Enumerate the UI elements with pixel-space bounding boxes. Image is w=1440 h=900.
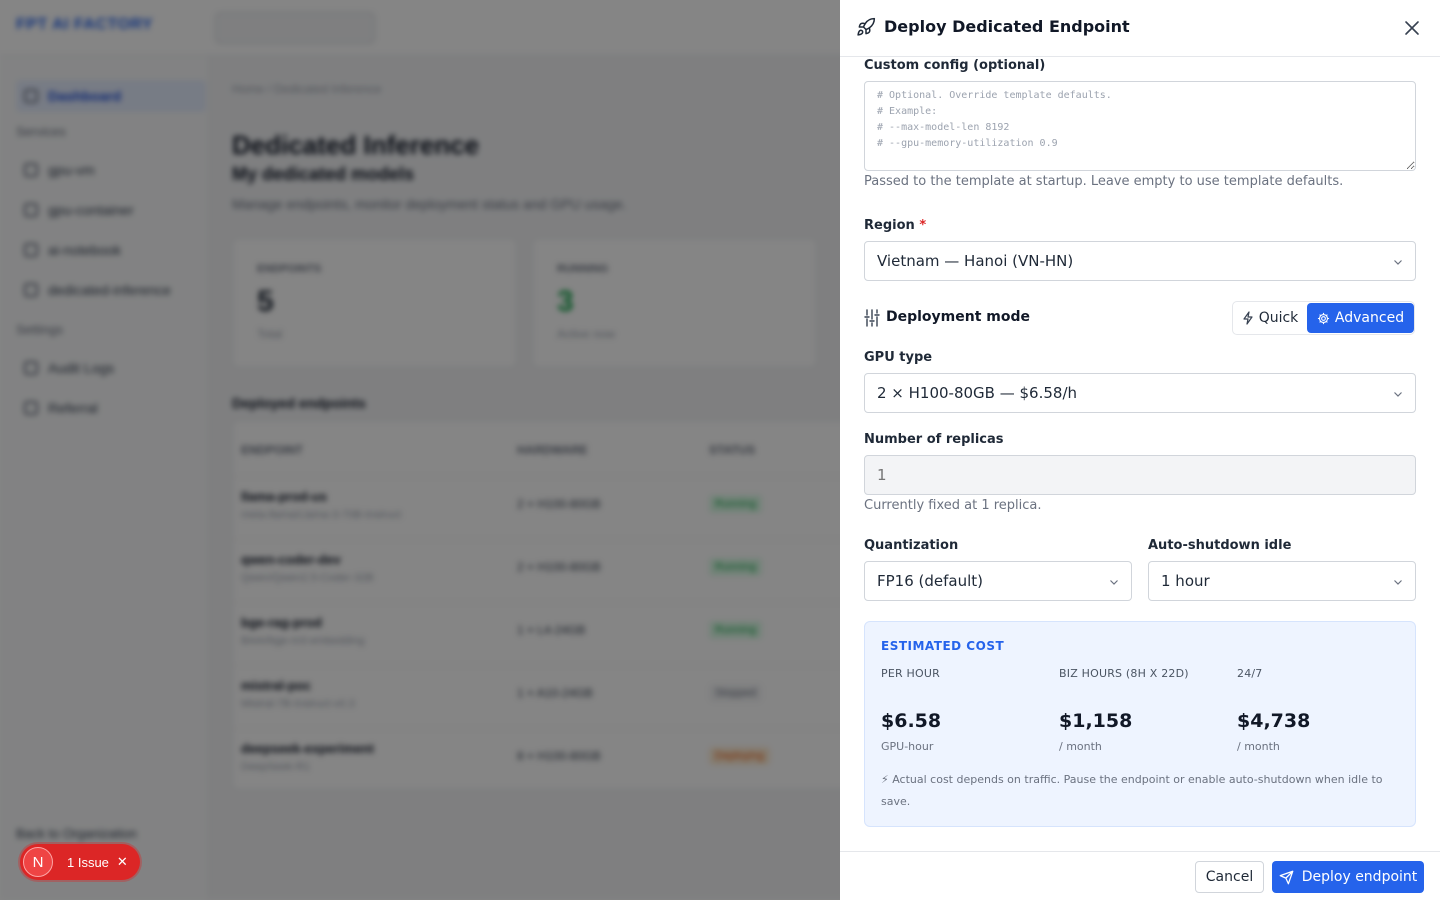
issue-badge[interactable]: N 1 Issue ✕ xyxy=(20,844,140,880)
region-label-text: Region xyxy=(864,218,915,233)
mode-advanced-button[interactable]: Advanced xyxy=(1307,303,1414,333)
lightning-icon xyxy=(1243,311,1253,325)
gpu-type-label: GPU type xyxy=(864,350,933,365)
gpu-type-select[interactable]: 2 × H100-80GB — $6.58/h xyxy=(864,373,1416,413)
cost-per-hour-value: $6.58 xyxy=(881,710,942,732)
custom-config-help: Passed to the template at startup. Leave… xyxy=(864,174,1344,189)
mode-quick-button[interactable]: Quick xyxy=(1233,302,1307,334)
close-icon[interactable] xyxy=(1402,18,1422,38)
replicas-input[interactable] xyxy=(864,455,1416,495)
required-mark: * xyxy=(919,218,927,233)
issue-avatar: N xyxy=(23,847,53,877)
mode-advanced-label: Advanced xyxy=(1334,310,1405,326)
mode-quick-label: Quick xyxy=(1258,310,1299,326)
cost-biz-hours-label: BIZ HOURS (8H X 22D) xyxy=(1059,667,1189,680)
gpu-type-value: 2 × H100-80GB — $6.58/h xyxy=(877,384,1078,402)
cost-biz-hours-value: $1,158 xyxy=(1059,710,1133,732)
drawer-footer: Cancel Deploy endpoint xyxy=(840,851,1440,900)
region-value: Vietnam — Hanoi (VN-HN) xyxy=(877,252,1074,270)
close-icon[interactable]: ✕ xyxy=(117,855,128,870)
estimated-cost-panel: ESTIMATED COST PER HOUR BIZ HOURS (8H X … xyxy=(864,621,1416,827)
rocket-icon xyxy=(857,17,876,36)
replicas-label: Number of replicas xyxy=(864,432,1004,447)
cost-title: ESTIMATED COST xyxy=(881,639,1005,653)
chevron-down-icon xyxy=(1110,580,1118,585)
cancel-button[interactable]: Cancel xyxy=(1195,861,1264,893)
cost-always-on-value: $4,738 xyxy=(1237,710,1311,732)
chevron-down-icon xyxy=(1394,580,1402,585)
cost-biz-hours-unit: / month xyxy=(1059,740,1102,753)
replicas-help: Currently fixed at 1 replica. xyxy=(864,498,1042,513)
chevron-down-icon xyxy=(1394,260,1402,265)
cost-per-hour-label: PER HOUR xyxy=(881,667,940,680)
send-icon xyxy=(1279,870,1294,884)
auto-shutdown-select[interactable]: 1 hour xyxy=(1148,561,1416,601)
custom-config-label: Custom config (optional) xyxy=(864,58,1046,73)
cost-always-on-label: 24/7 xyxy=(1237,667,1263,680)
quantization-select[interactable]: FP16 (default) xyxy=(864,561,1132,601)
auto-shutdown-label: Auto-shutdown idle xyxy=(1148,538,1292,553)
drawer-header: Deploy Dedicated Endpoint xyxy=(840,0,1440,57)
quantization-label: Quantization xyxy=(864,538,959,553)
deployment-mode-label: Deployment mode xyxy=(886,309,1031,325)
deployment-mode-toggle: Quick Advanced xyxy=(1232,301,1415,335)
chevron-down-icon xyxy=(1394,392,1402,397)
deploy-drawer: Deploy Dedicated Endpoint Custom config … xyxy=(840,0,1440,900)
region-label: Region * xyxy=(864,218,926,233)
quantization-value: FP16 (default) xyxy=(877,572,984,590)
region-select[interactable]: Vietnam — Hanoi (VN-HN) xyxy=(864,241,1416,281)
cost-per-hour-unit: GPU-hour xyxy=(881,740,934,753)
deploy-button-label: Deploy endpoint xyxy=(1301,869,1418,885)
cost-always-on-unit: / month xyxy=(1237,740,1280,753)
drawer-title: Deploy Dedicated Endpoint xyxy=(884,17,1130,36)
cost-note: ⚡ Actual cost depends on traffic. Pause … xyxy=(881,773,1383,808)
auto-shutdown-value: 1 hour xyxy=(1161,572,1210,590)
sliders-icon xyxy=(864,309,880,327)
issue-label[interactable]: 1 Issue xyxy=(67,855,109,870)
gear-icon xyxy=(1317,312,1329,324)
deploy-endpoint-button[interactable]: Deploy endpoint xyxy=(1272,861,1424,893)
custom-config-textarea[interactable] xyxy=(864,81,1416,171)
